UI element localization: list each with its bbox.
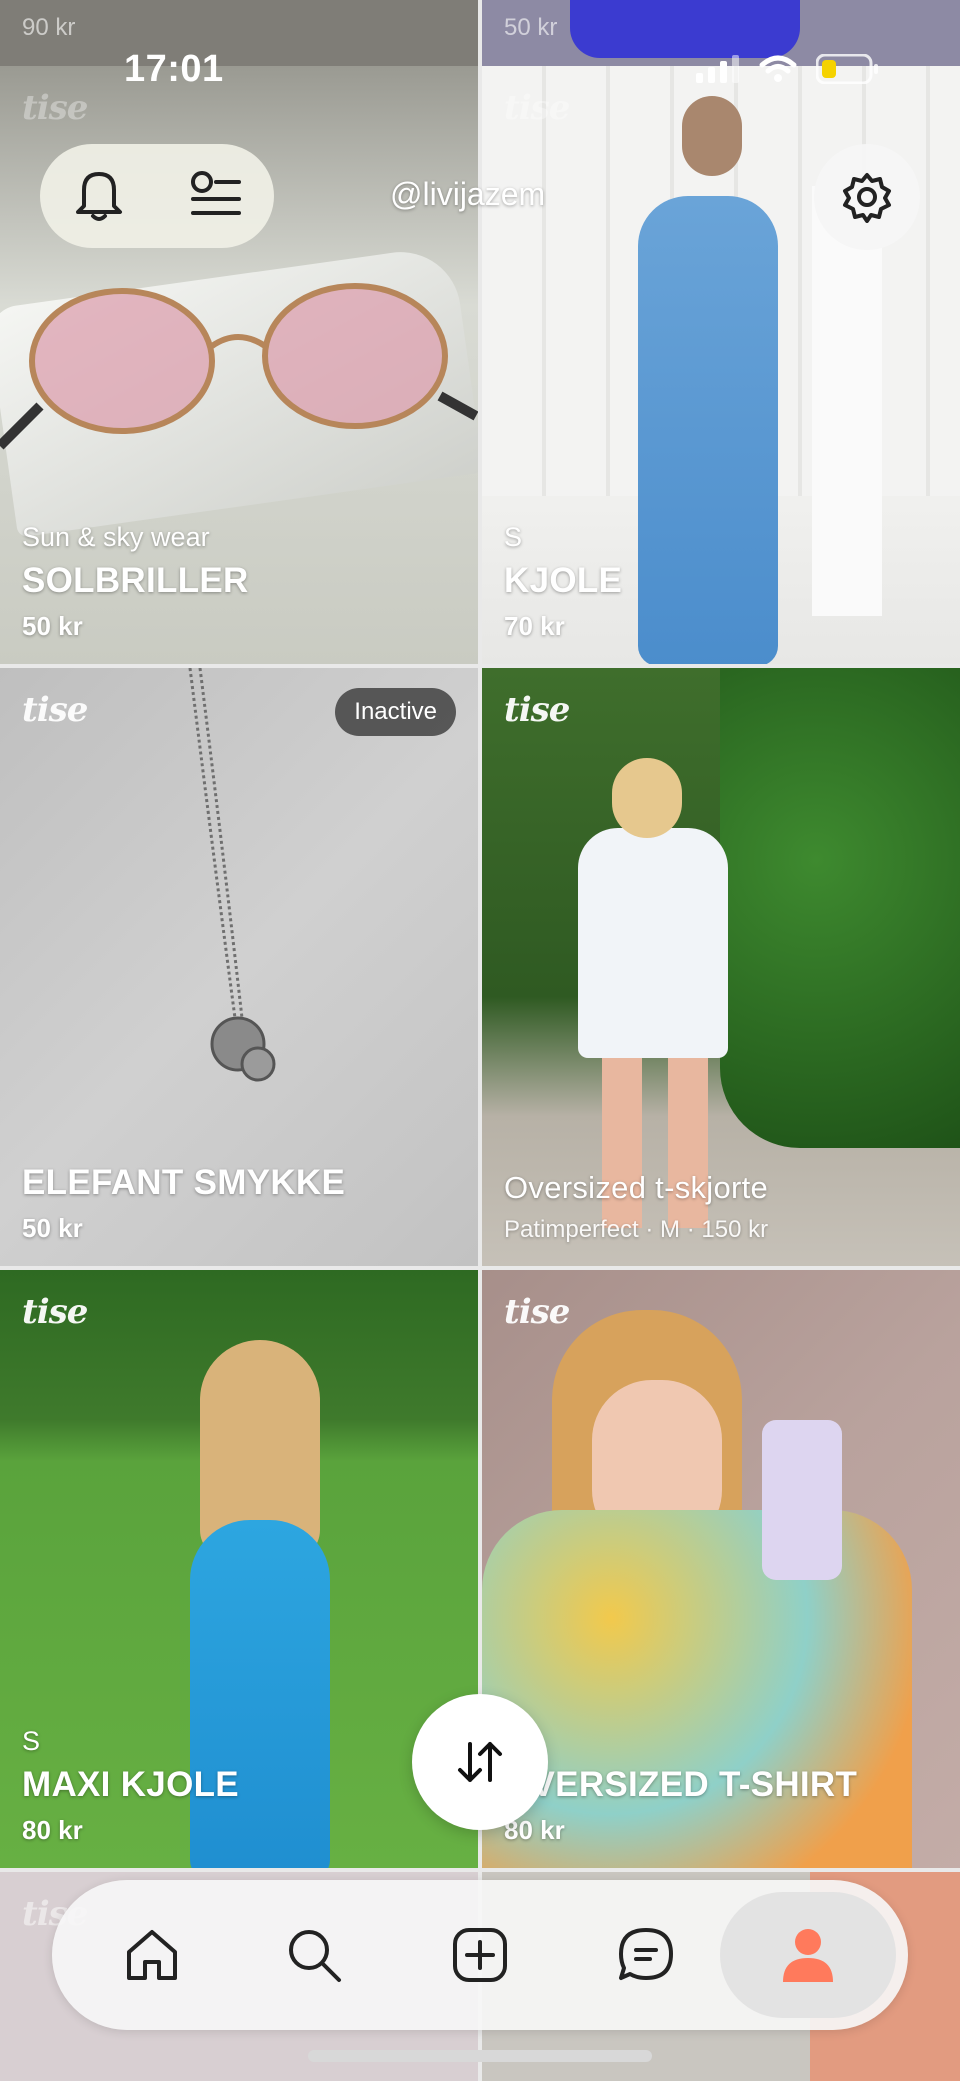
filter-list-icon[interactable] xyxy=(189,169,243,224)
listing-subtitle: Sun & sky wear xyxy=(22,522,210,552)
listing-price: 50 kr xyxy=(22,611,83,641)
nav-home[interactable] xyxy=(102,1905,202,2005)
listing-info: ELEFANT SMYKKE 50 kr xyxy=(22,1163,345,1244)
brand-logo: tise xyxy=(22,88,88,128)
listing-info: Sun & sky wear SOLBRILLER 50 kr xyxy=(22,522,249,642)
brand-logo: tise xyxy=(504,88,570,128)
listing-info: Oversized t-skjorte Patimperfect · M · 1… xyxy=(504,1170,768,1244)
listing-title: OVERSIZED T-SHIRT xyxy=(504,1765,858,1804)
listing-price: 80 kr xyxy=(504,1815,565,1845)
wifi-icon xyxy=(759,55,797,82)
listing-info: S KJOLE 70 kr xyxy=(504,522,622,642)
search-icon xyxy=(289,1930,341,1982)
brand-logo: tise xyxy=(22,1292,88,1332)
messages-icon xyxy=(619,1928,673,1980)
listing-title: ELEFANT SMYKKE xyxy=(22,1163,346,1202)
listing-price: 50 kr xyxy=(504,14,558,41)
signal-icon xyxy=(696,55,739,83)
listing-title: MAXI KJOLE xyxy=(22,1765,239,1804)
home-icon xyxy=(127,1930,177,1980)
brand-logo: tise xyxy=(504,690,570,730)
top-actions-pill xyxy=(40,144,274,248)
home-indicator xyxy=(308,2050,652,2062)
listing-info: S MAXI KJOLE 80 kr xyxy=(22,1726,239,1846)
listing-price: 90 kr xyxy=(22,14,76,41)
brand-logo: tise xyxy=(22,690,88,730)
status-time: 17:01 xyxy=(124,48,224,90)
status-icons xyxy=(696,54,880,84)
listing-title: KJOLE xyxy=(504,561,623,600)
listing-card-partial[interactable]: 90 kr xyxy=(0,0,478,66)
listing-info: OVERSIZED T-SHIRT 80 kr xyxy=(504,1765,857,1846)
listing-card[interactable]: tise OVERSIZED T-SHIRT 80 kr xyxy=(482,1270,960,1868)
profile-icon xyxy=(783,1929,833,1982)
listing-card[interactable]: tise Inactive ELEFANT SMYKKE 50 kr xyxy=(0,668,478,1266)
add-listing-icon xyxy=(453,1928,507,1982)
listing-detail: Patimperfect · M · 150 kr xyxy=(504,1216,769,1243)
listing-card[interactable]: tise S MAXI KJOLE 80 kr xyxy=(0,1270,478,1868)
listing-title: Oversized t-skjorte xyxy=(504,1170,769,1205)
listing-card[interactable]: tise Oversized t-skjorte Patimperfect · … xyxy=(482,668,960,1266)
listing-title: SOLBRILLER xyxy=(22,561,249,600)
bottom-navigation xyxy=(52,1880,908,2030)
listing-subtitle: S xyxy=(504,522,523,552)
listing-price: 80 kr xyxy=(22,1815,83,1845)
bell-icon[interactable] xyxy=(72,166,126,227)
sort-button[interactable] xyxy=(412,1694,548,1830)
nav-messages[interactable] xyxy=(596,1905,696,2005)
settings-button[interactable] xyxy=(814,144,920,250)
profile-username: @livijazem xyxy=(390,176,546,212)
sort-arrows-icon xyxy=(458,1742,502,1782)
brand-logo: tise xyxy=(504,1292,570,1332)
gear-icon xyxy=(843,173,891,223)
nav-search[interactable] xyxy=(264,1905,364,2005)
inactive-badge: Inactive xyxy=(335,688,456,736)
listing-price: 70 kr xyxy=(504,611,565,641)
listing-subtitle: S xyxy=(22,1726,41,1756)
nav-add-listing[interactable] xyxy=(430,1905,530,2005)
nav-profile[interactable] xyxy=(758,1905,858,2005)
battery-icon xyxy=(816,54,878,84)
listing-price: 50 kr xyxy=(22,1213,83,1243)
